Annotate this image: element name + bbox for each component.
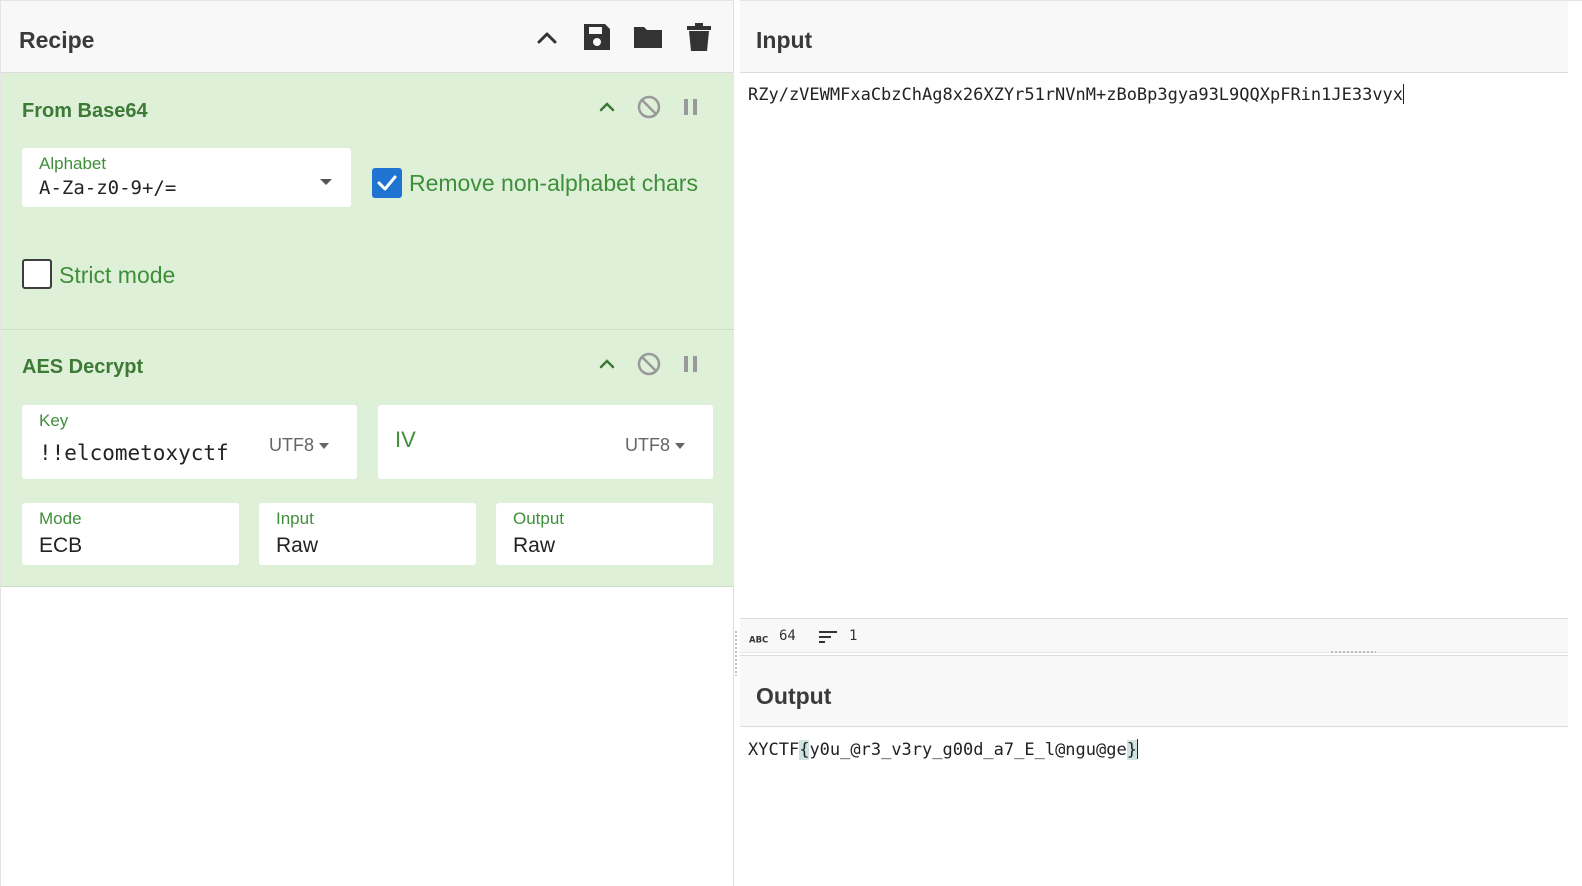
output-open-brace: {	[799, 740, 810, 760]
recipe-header: Recipe	[1, 1, 733, 73]
chevron-down-icon	[319, 174, 333, 192]
op-from-base64: From Base64 Alphabet A-Za-z0-9+/= Remove…	[1, 73, 734, 330]
collapse-op-icon[interactable]	[594, 94, 620, 120]
output-textarea[interactable]: XYCTF{y0u_@r3_v3ry_g00d_a7_E_l@ngu@ge}	[748, 739, 1138, 760]
strict-mode-label[interactable]: Strict mode	[59, 262, 175, 289]
op-title-aes-decrypt: AES Decrypt	[22, 356, 144, 378]
input-line-count: 1	[849, 628, 858, 644]
input-format-label: Input	[276, 509, 314, 528]
output-header: Output	[740, 655, 1568, 727]
disable-op-icon[interactable]	[636, 351, 662, 377]
input-length: 64	[779, 628, 796, 644]
input-format-value: Raw	[276, 534, 319, 557]
input-title: Input	[756, 27, 813, 53]
op-title-from-base64: From Base64	[22, 100, 148, 122]
disable-op-icon[interactable]	[636, 94, 662, 120]
text-cursor	[1403, 84, 1405, 104]
vertical-splitter[interactable]	[734, 630, 738, 676]
remove-non-alphabet-checkbox[interactable]	[372, 168, 402, 198]
remove-non-alphabet-label[interactable]: Remove non-alphabet chars	[409, 170, 698, 197]
svg-text:ABC: ABC	[749, 636, 768, 645]
folder-icon[interactable]	[632, 21, 664, 53]
trash-icon[interactable]	[683, 21, 715, 53]
pause-op-icon[interactable]	[678, 351, 704, 377]
key-encoding-select[interactable]: UTF8	[269, 435, 329, 456]
alphabet-value: A-Za-z0-9+/=	[39, 177, 177, 199]
mode-label: Mode	[39, 509, 82, 528]
save-icon[interactable]	[581, 21, 613, 53]
recipe-pane: Recipe From Base64 Alphabet A-Za-z0-9+/=	[0, 0, 734, 886]
alphabet-label: Alphabet	[39, 154, 107, 173]
output-close-brace: }	[1126, 740, 1137, 760]
output-body: y0u_@r3_v3ry_g00d_a7_E_l@ngu@ge	[809, 740, 1127, 760]
recipe-title: Recipe	[19, 27, 95, 53]
output-format-value: Raw	[513, 534, 556, 557]
input-text: RZy/zVEWMFxaCbzChAg8x26XZYr51rNVnM+zBoBp…	[748, 85, 1404, 105]
iv-input[interactable]: IV UTF8	[378, 405, 713, 479]
output-format-label: Output	[513, 509, 565, 528]
iv-label: IV	[395, 427, 416, 452]
output-format-select[interactable]: Output Raw	[496, 503, 713, 565]
mode-value: ECB	[39, 534, 83, 557]
key-label: Key	[39, 411, 69, 430]
chevron-up-icon[interactable]	[531, 21, 563, 53]
output-prefix: XYCTF	[748, 740, 800, 760]
input-format-select[interactable]: Input Raw	[259, 503, 476, 565]
input-textarea[interactable]: RZy/zVEWMFxaCbzChAg8x26XZYr51rNVnM+zBoBp…	[748, 84, 1405, 105]
text-cursor	[1136, 739, 1138, 759]
strict-mode-checkbox[interactable]	[22, 259, 52, 289]
mode-select[interactable]: Mode ECB	[22, 503, 239, 565]
alphabet-select[interactable]: Alphabet A-Za-z0-9+/=	[22, 148, 351, 207]
horizontal-splitter[interactable]	[1330, 650, 1376, 654]
iv-encoding-select[interactable]: UTF8	[625, 435, 685, 456]
collapse-op-icon[interactable]	[594, 351, 620, 377]
key-value[interactable]: elcometoxyctf!!	[39, 441, 249, 465]
abc-length-icon: ABC	[749, 631, 769, 649]
checkmark-icon	[377, 175, 397, 191]
input-header: Input	[740, 1, 1568, 73]
lines-icon	[819, 629, 837, 650]
io-pane: Input RZy/zVEWMFxaCbzChAg8x26XZYr51rNVnM…	[740, 0, 1582, 886]
key-input[interactable]: Key elcometoxyctf!! UTF8	[22, 405, 357, 479]
pause-op-icon[interactable]	[678, 94, 704, 120]
input-status-bar: ABC 64 1	[740, 618, 1568, 653]
output-title: Output	[756, 683, 832, 709]
op-aes-decrypt: AES Decrypt Key elcometoxyctf!! UTF8 IV …	[1, 330, 734, 587]
